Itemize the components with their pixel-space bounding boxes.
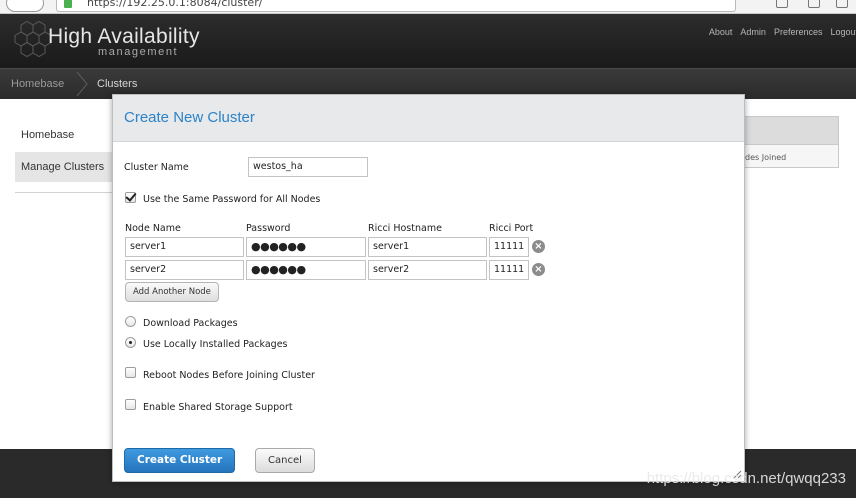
back-forward-button[interactable] (6, 0, 44, 12)
ricci-port-input[interactable]: 11111 (489, 237, 529, 257)
cancel-button[interactable]: Cancel (255, 448, 315, 473)
clusters-table-header (741, 117, 838, 145)
sidebar-item-homebase[interactable]: Homebase (15, 120, 115, 150)
ricci-hostname-input[interactable]: server2 (368, 260, 487, 280)
watermark-text: https://blog.csdn.net/qwqq233 (646, 470, 846, 487)
node-name-column-header: Node Name (125, 223, 181, 234)
ricci-hostname-input[interactable]: server1 (368, 237, 487, 257)
download-icon[interactable] (776, 0, 788, 8)
top-nav-links: About Admin Preferences Logout (709, 27, 856, 37)
preferences-link[interactable]: Preferences (774, 27, 823, 37)
breadcrumb-clusters[interactable]: Clusters (97, 78, 137, 90)
app-header: High Availability management About Admin… (0, 14, 856, 68)
address-bar[interactable]: https://192.25.0.1:8084/cluster/ (56, 0, 736, 12)
reboot-nodes-label: Reboot Nodes Before Joining Cluster (143, 370, 315, 381)
remove-node-icon[interactable]: × (532, 263, 545, 276)
create-cluster-dialog: Create New Cluster Cluster Name westos_h… (112, 94, 745, 482)
menu-icon[interactable] (836, 0, 848, 8)
breadcrumb-homebase[interactable]: Homebase (11, 78, 64, 90)
about-link[interactable]: About (709, 27, 733, 37)
nodes-joined-column-label: des Joined (745, 153, 787, 162)
password-column-header: Password (246, 223, 291, 234)
add-another-node-button[interactable]: Add Another Node (125, 282, 219, 302)
dialog-title: Create New Cluster (124, 109, 255, 126)
remove-node-icon[interactable]: × (532, 240, 545, 253)
node-name-input[interactable]: server1 (125, 237, 244, 257)
cluster-name-input[interactable]: westos_ha (248, 157, 368, 177)
local-packages-radio[interactable] (125, 337, 136, 348)
sidebar-item-manage-clusters[interactable]: Manage Clusters (15, 152, 115, 182)
node-name-input[interactable]: server2 (125, 260, 244, 280)
shared-storage-label: Enable Shared Storage Support (143, 402, 293, 413)
sidebar: Homebase Manage Clusters (15, 120, 115, 182)
logout-link[interactable]: Logout (830, 27, 856, 37)
ricci-port-column-header: Ricci Port (489, 223, 534, 234)
clusters-table: des Joined (740, 116, 839, 168)
brand-subtitle: management (98, 46, 179, 58)
dialog-header: Create New Cluster (113, 95, 744, 142)
home-icon[interactable] (808, 0, 820, 8)
cluster-name-label: Cluster Name (124, 162, 189, 173)
reboot-nodes-checkbox[interactable] (125, 367, 136, 378)
node-password-input[interactable]: ●●●●●● (246, 260, 366, 280)
admin-link[interactable]: Admin (740, 27, 766, 37)
chevron-right-icon (76, 72, 88, 96)
shared-storage-checkbox[interactable] (125, 399, 136, 410)
same-password-label: Use the Same Password for All Nodes (143, 194, 321, 205)
ricci-hostname-column-header: Ricci Hostname (368, 223, 442, 234)
download-packages-label: Download Packages (143, 318, 238, 329)
sidebar-divider (15, 192, 115, 193)
ricci-port-input[interactable]: 11111 (489, 260, 529, 280)
create-cluster-button[interactable]: Create Cluster (124, 448, 236, 473)
browser-toolbar: https://192.25.0.1:8084/cluster/ (0, 0, 856, 14)
download-packages-radio[interactable] (125, 316, 136, 327)
local-packages-label: Use Locally Installed Packages (143, 339, 288, 350)
same-password-checkbox[interactable] (125, 192, 136, 203)
lock-icon (64, 0, 72, 8)
node-password-input[interactable]: ●●●●●● (246, 237, 366, 257)
